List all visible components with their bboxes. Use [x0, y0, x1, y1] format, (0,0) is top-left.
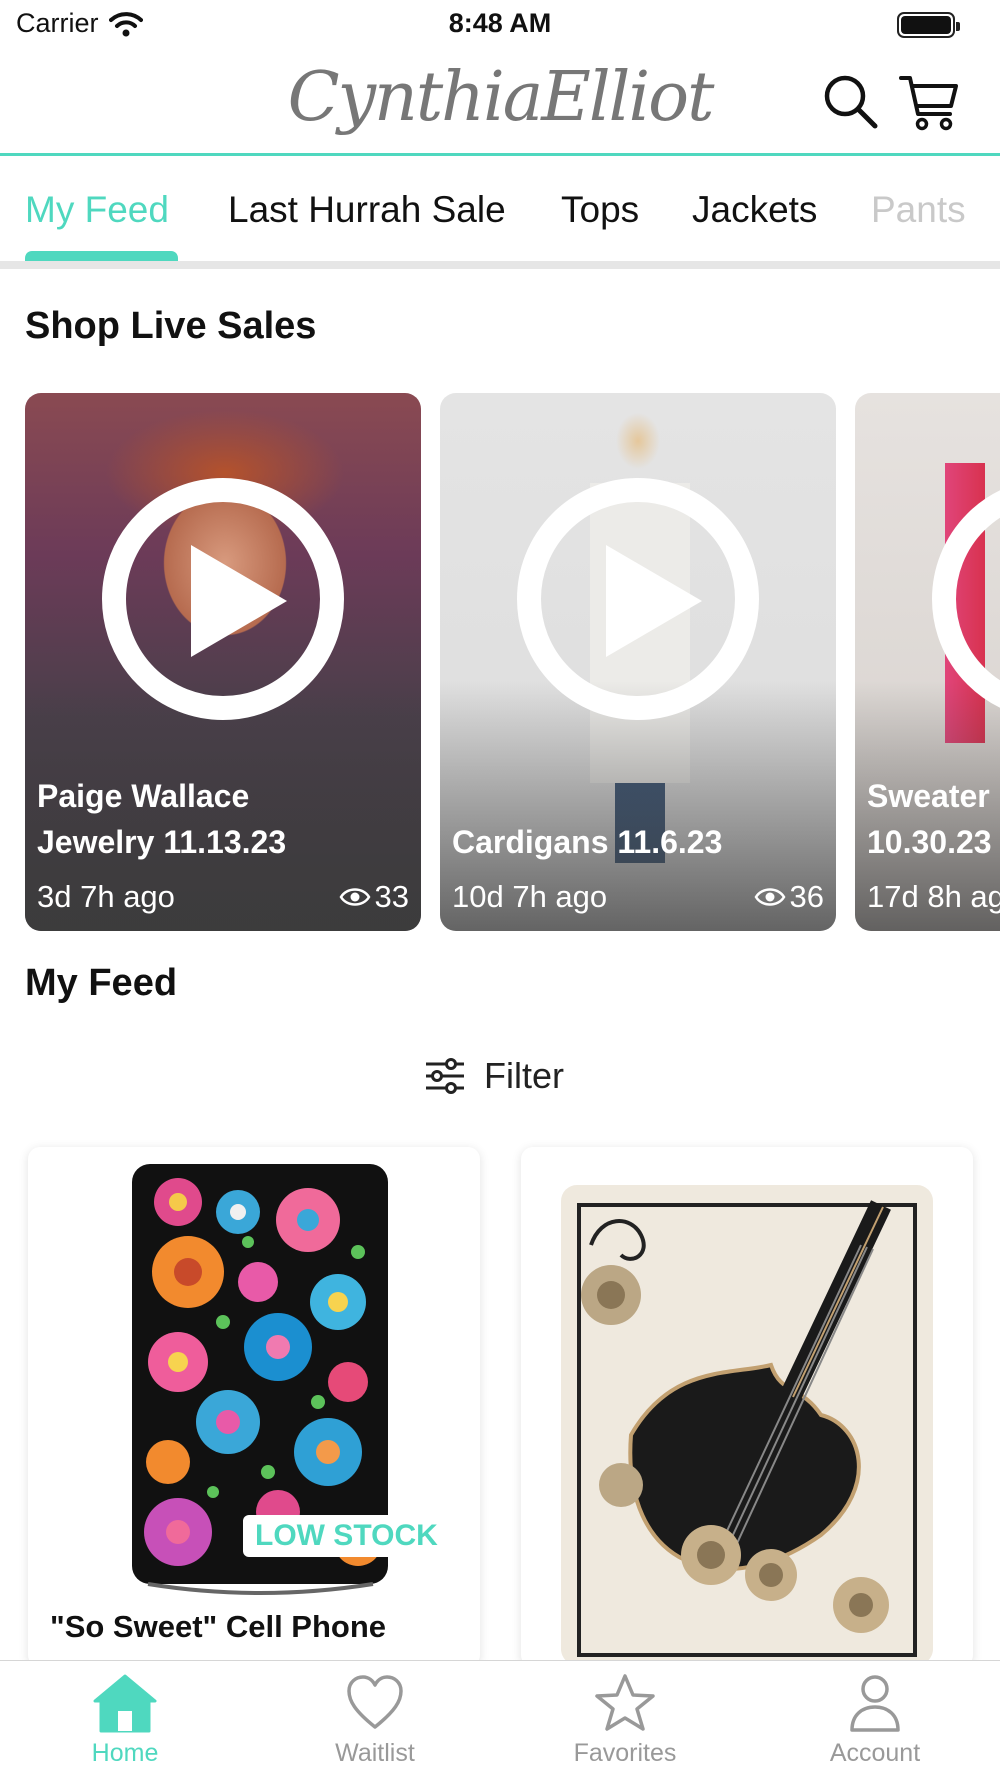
- home-icon: [93, 1674, 157, 1733]
- product-card[interactable]: [521, 1147, 973, 1667]
- live-sale-card[interactable]: Cardigans 11.6.23 10d 7h ago 36: [440, 393, 836, 931]
- tab-tops[interactable]: Tops: [561, 189, 639, 231]
- product-card[interactable]: LOW STOCK "So Sweet" Cell Phone: [28, 1147, 480, 1667]
- status-bar: Carrier 8:48 AM: [0, 0, 1000, 50]
- eye-icon: [754, 888, 785, 906]
- tab-my-feed[interactable]: My Feed: [25, 189, 169, 231]
- star-icon: [595, 1674, 655, 1731]
- nav-account[interactable]: Account: [795, 1673, 955, 1768]
- heart-icon: [347, 1675, 403, 1729]
- eye-icon: [339, 888, 370, 906]
- app-header: CynthiaElliot: [0, 50, 1000, 156]
- active-tab-indicator: [25, 251, 178, 261]
- tab-pants[interactable]: Pants: [871, 189, 966, 231]
- live-sales-heading: Shop Live Sales: [25, 305, 317, 347]
- nav-waitlist[interactable]: Waitlist: [295, 1673, 455, 1768]
- live-sale-title: Paige Wallace Jewelry 11.13.23: [37, 778, 287, 860]
- live-sale-title: Sweater 10.30.23: [867, 778, 992, 860]
- bottom-tab-bar: Home Waitlist Favorites Account: [0, 1660, 1000, 1778]
- search-icon[interactable]: [820, 70, 882, 132]
- live-sale-title: Cardigans 11.6.23: [452, 824, 723, 860]
- nav-home[interactable]: Home: [45, 1673, 205, 1768]
- live-sale-card[interactable]: Sweater 10.30.23 17d 8h ago: [855, 393, 1000, 931]
- play-icon: [606, 545, 702, 657]
- tab-jackets[interactable]: Jackets: [692, 189, 817, 231]
- category-tabs: My Feed Last Hurrah Sale Tops Jackets Pa…: [0, 159, 1000, 269]
- filter-button[interactable]: Filter: [424, 1055, 564, 1097]
- sliders-icon: [426, 1058, 464, 1094]
- clock: 8:48 AM: [448, 8, 552, 38]
- live-sale-time: 10d 7h ago: [452, 879, 608, 914]
- live-sale-time: 17d 8h ago: [867, 879, 1000, 914]
- low-stock-badge: LOW STOCK: [243, 1515, 450, 1557]
- live-sales-carousel[interactable]: Paige Wallace Jewelry 11.13.23 3d 7h ago…: [0, 393, 1000, 933]
- product-name: "So Sweet" Cell Phone: [50, 1609, 387, 1644]
- view-count: 33: [339, 879, 409, 915]
- live-sale-time: 3d 7h ago: [37, 879, 175, 914]
- cart-icon[interactable]: [898, 70, 960, 132]
- play-icon: [191, 545, 287, 657]
- battery-icon: [897, 12, 960, 38]
- view-count: 36: [754, 879, 824, 915]
- live-sale-card[interactable]: Paige Wallace Jewelry 11.13.23 3d 7h ago…: [25, 393, 421, 931]
- nav-favorites[interactable]: Favorites: [545, 1673, 705, 1768]
- person-icon: [850, 1675, 900, 1732]
- feed-heading: My Feed: [25, 962, 178, 1004]
- product-image: [561, 1185, 933, 1665]
- tab-last-hurrah-sale[interactable]: Last Hurrah Sale: [228, 189, 506, 231]
